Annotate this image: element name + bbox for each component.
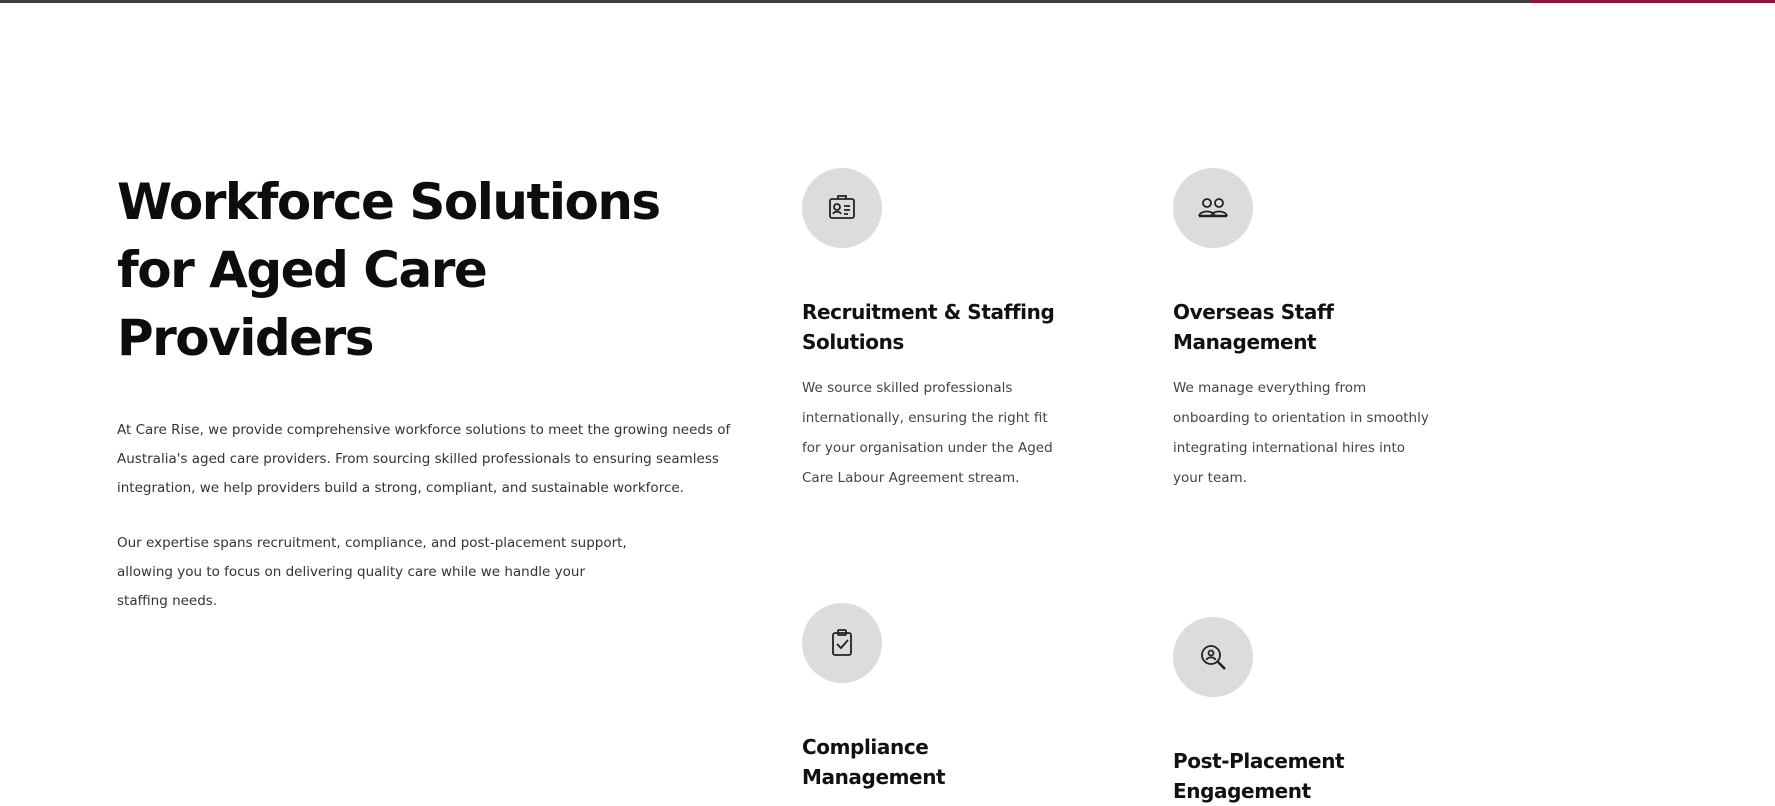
service-card-recruitment: Recruitment & Staffing Solutions We sour… bbox=[802, 168, 1067, 493]
service-title: Post-Placement Engagement bbox=[1173, 749, 1345, 803]
service-card-compliance: Compliance Management bbox=[802, 603, 1067, 792]
service-card-post-placement: Post-Placement Engagement bbox=[1173, 617, 1438, 806]
service-description: We manage everything from onboarding to … bbox=[1173, 380, 1429, 486]
service-card-overseas-staff: Overseas Staff Management We manage ever… bbox=[1173, 168, 1438, 493]
section-heading: Workforce Solutions for Aged Care Provid… bbox=[117, 173, 661, 367]
intro-paragraph: At Care Rise, we provide comprehensive w… bbox=[117, 422, 731, 496]
staff-group-icon bbox=[1173, 168, 1253, 248]
service-title: Compliance Management bbox=[802, 735, 946, 789]
intro-block: Workforce Solutions for Aged Care Provid… bbox=[117, 168, 737, 616]
id-badge-icon bbox=[802, 168, 882, 248]
service-description: We source skilled professionals internat… bbox=[802, 380, 1053, 486]
magnifier-person-icon bbox=[1173, 617, 1253, 697]
clipboard-check-icon bbox=[802, 603, 882, 683]
service-title: Recruitment & Staffing Solutions bbox=[802, 300, 1055, 354]
workforce-solutions-section: Workforce Solutions for Aged Care Provid… bbox=[0, 0, 1775, 803]
expertise-paragraph: Our expertise spans recruitment, complia… bbox=[117, 535, 627, 609]
service-title: Overseas Staff Management bbox=[1173, 300, 1334, 354]
